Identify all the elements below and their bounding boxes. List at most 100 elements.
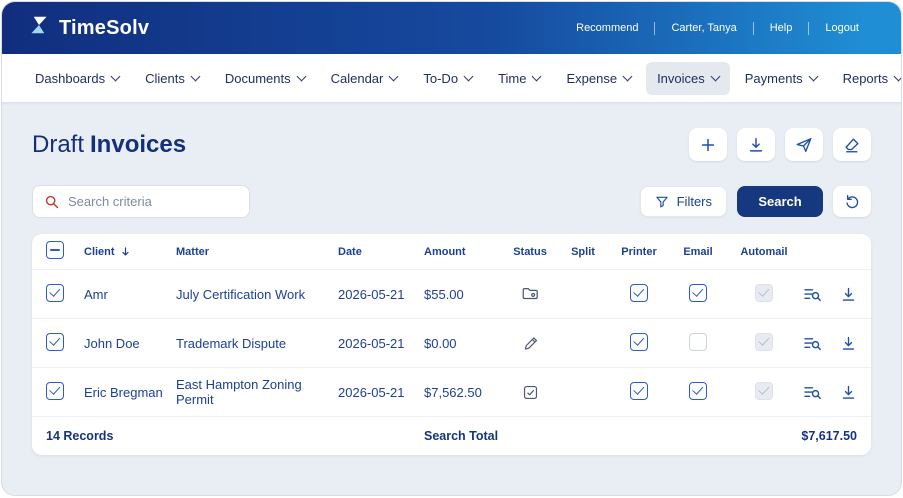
column-header-split[interactable]: Split [571,246,595,258]
download-invoices-button[interactable] [737,128,775,161]
top-bar: TimeSolv Recommend Carter, Tanya Help Lo… [2,2,901,54]
column-header-status[interactable]: Status [513,246,547,258]
table-row: Eric Bregman East Hampton Zoning Permit … [32,368,871,417]
search-input[interactable] [68,194,238,209]
column-header-printer[interactable]: Printer [621,246,656,258]
clear-drafts-button[interactable] [833,128,871,161]
nav-label: Calendar [331,71,384,86]
matter-cell[interactable]: July Certification Work [176,287,338,302]
nav-label: Dashboards [35,71,105,86]
select-all-checkbox[interactable] [46,241,64,259]
nav-item-payments[interactable]: Payments [734,62,828,95]
automail-checkbox [755,382,773,400]
column-header-matter[interactable]: Matter [176,246,338,258]
chevron-down-icon [389,71,399,81]
nav-label: Invoices [657,71,705,86]
table-footer-row: 14 Records Search Total $7,617.50 [32,417,871,455]
chevron-down-icon [808,71,818,81]
column-header-email[interactable]: Email [683,246,712,258]
chevron-down-icon [296,71,306,81]
download-invoice-icon[interactable] [840,286,857,303]
chevron-down-icon [623,71,633,81]
column-header-client[interactable]: Client [84,246,176,258]
nav-label: Documents [225,71,291,86]
app-window: TimeSolv Recommend Carter, Tanya Help Lo… [1,1,902,496]
column-header-automail[interactable]: Automail [740,246,787,258]
chevron-down-icon [111,71,121,81]
printer-checkbox[interactable] [630,284,648,302]
nav-item-invoices[interactable]: Invoices [646,62,730,95]
matter-cell[interactable]: East Hampton Zoning Permit [176,377,338,407]
nav-item-time[interactable]: Time [487,62,551,95]
filters-button[interactable]: Filters [640,186,727,217]
nav-item-dashboards[interactable]: Dashboards [24,62,130,95]
client-cell[interactable]: John Doe [84,336,176,351]
chevron-down-icon [894,71,902,81]
search-total-label: Search Total [424,429,558,443]
client-cell[interactable]: Amr [84,287,176,302]
column-header-date[interactable]: Date [338,246,424,258]
status-approved-checksquare-icon [522,384,539,401]
date-cell: 2026-05-21 [338,336,424,351]
client-cell[interactable]: Eric Bregman [84,385,176,400]
invoices-table: Client Matter Date Amount Status Split P… [32,234,871,455]
email-checkbox[interactable] [689,382,707,400]
matter-cell[interactable]: Trademark Dispute [176,336,338,351]
download-icon [747,136,765,154]
email-checkbox[interactable] [689,284,707,302]
page-title-main: Invoices [90,131,186,158]
nav-label: Clients [145,71,185,86]
table-row: John Doe Trademark Dispute 2026-05-21 $0… [32,319,871,368]
download-invoice-icon[interactable] [840,335,857,352]
user-menu-link[interactable]: Carter, Tanya [655,22,752,34]
send-invoices-button[interactable] [785,128,823,161]
search-box [32,185,250,218]
email-checkbox[interactable] [689,333,707,351]
search-button[interactable]: Search [737,186,823,217]
nav-label: Payments [745,71,803,86]
nav-item-clients[interactable]: Clients [134,62,210,95]
filters-label: Filters [677,194,712,209]
main-nav: Dashboards Clients Documents Calendar To… [2,54,901,102]
page-content: DraftInvoices [2,102,901,455]
nav-item-reports[interactable]: Reports [832,62,902,95]
printer-checkbox[interactable] [630,382,648,400]
preview-invoice-icon[interactable] [803,335,822,352]
brand-name: TimeSolv [59,17,149,40]
preview-invoice-icon[interactable] [803,384,822,401]
row-select-checkbox[interactable] [46,382,64,400]
nav-item-expense[interactable]: Expense [555,62,642,95]
reset-icon [844,193,861,210]
printer-checkbox[interactable] [630,333,648,351]
nav-item-calendar[interactable]: Calendar [320,62,409,95]
new-invoice-button[interactable] [689,128,727,161]
nav-label: Expense [566,71,617,86]
nav-item-documents[interactable]: Documents [214,62,316,95]
chevron-down-icon [710,71,720,81]
brand-logo[interactable]: TimeSolv [28,14,149,42]
recommend-link[interactable]: Recommend [560,22,654,34]
reset-button[interactable] [833,186,871,217]
sort-descending-icon [120,246,131,257]
row-select-checkbox[interactable] [46,284,64,302]
download-invoice-icon[interactable] [840,384,857,401]
search-icon [44,194,60,210]
eraser-icon [843,136,861,154]
nav-label: Reports [843,71,889,86]
nav-item-todo[interactable]: To-Do [412,62,483,95]
nav-label: To-Do [423,71,458,86]
records-count: 14 Records [46,429,338,443]
page-title: DraftInvoices [32,131,186,159]
preview-invoice-icon[interactable] [803,286,822,303]
status-draft-pencil-icon [522,335,539,352]
send-icon [795,136,813,154]
logout-link[interactable]: Logout [809,22,875,34]
chevron-down-icon [190,71,200,81]
date-cell: 2026-05-21 [338,287,424,302]
column-header-amount[interactable]: Amount [424,246,502,258]
search-total-value: $7,617.50 [801,429,857,443]
top-links: Recommend Carter, Tanya Help Logout [560,22,875,35]
row-select-checkbox[interactable] [46,333,64,351]
page-title-prefix: Draft [32,131,84,158]
help-link[interactable]: Help [754,22,809,34]
